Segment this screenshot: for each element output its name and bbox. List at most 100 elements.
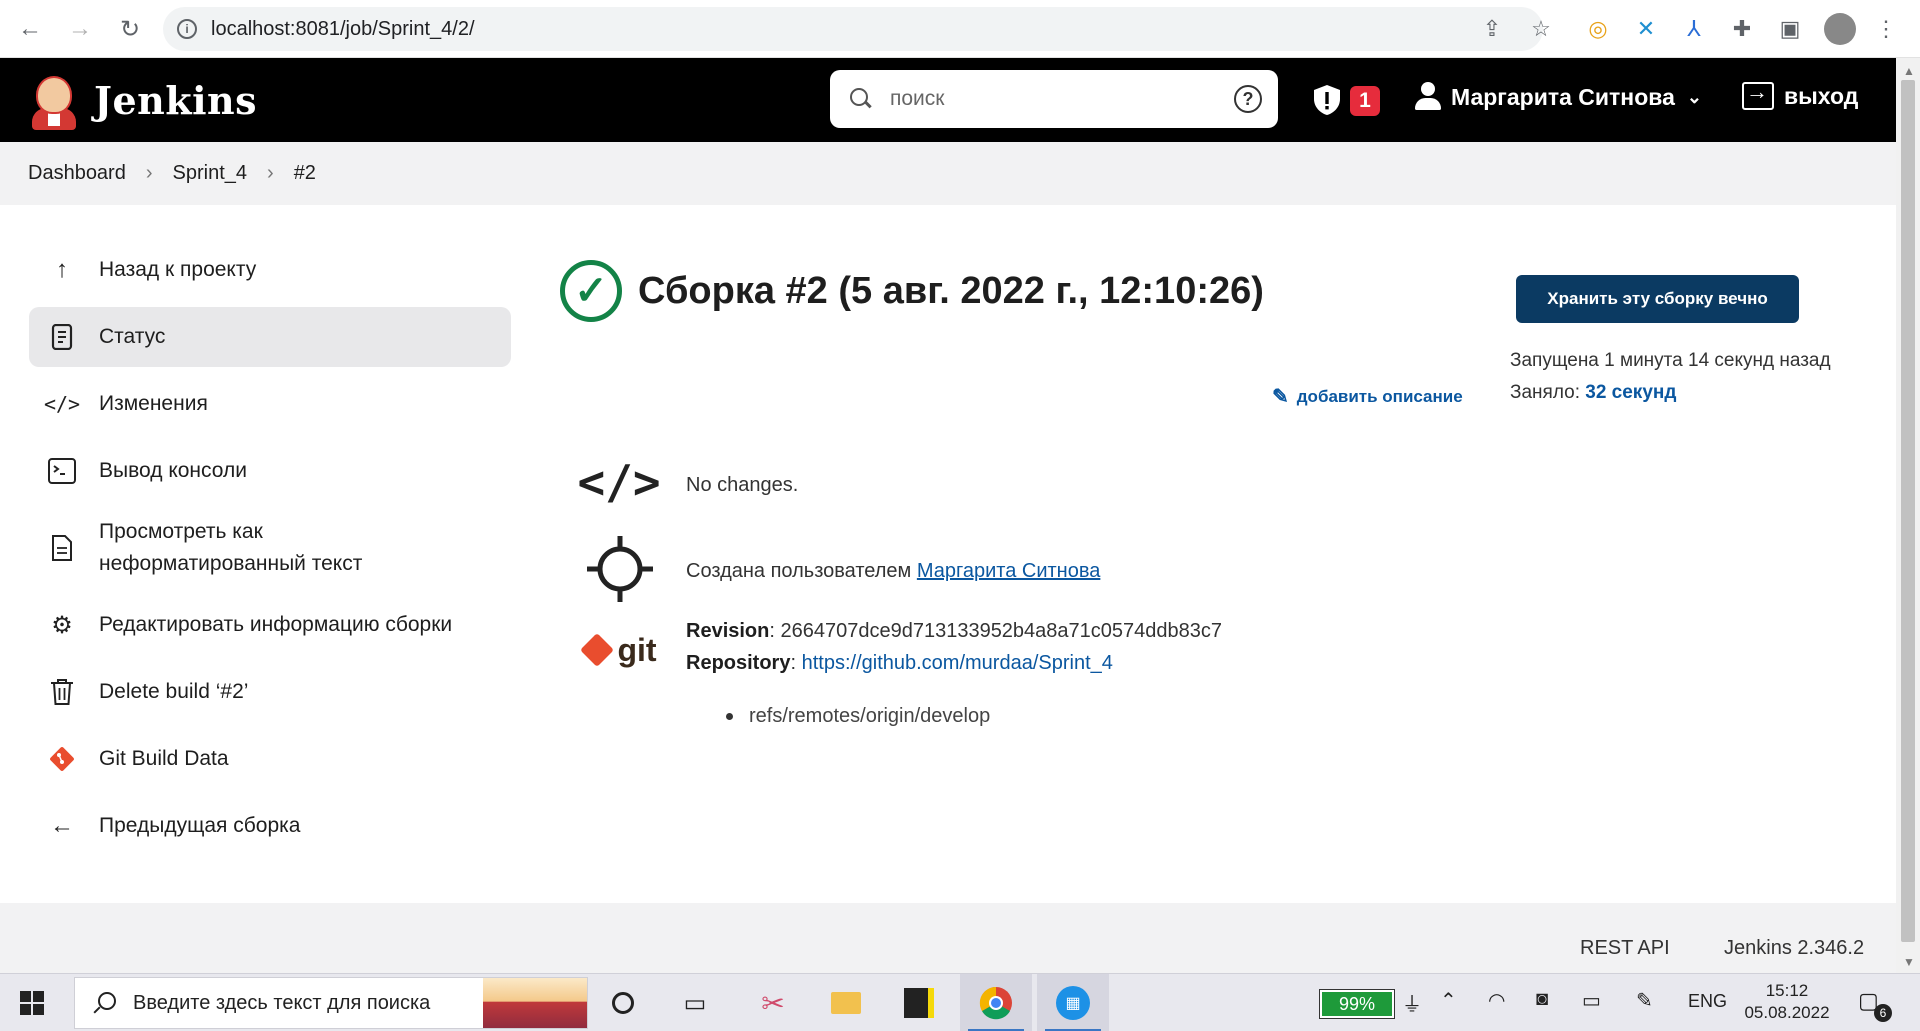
help-icon[interactable]: ? (1234, 85, 1262, 113)
side-panel-icon[interactable]: ▣ (1776, 15, 1804, 43)
security-count-badge[interactable]: 1 (1350, 86, 1380, 116)
task-view-icon[interactable]: ▭ (676, 984, 714, 1022)
task-delete-build[interactable]: Delete build ‘#2’ (29, 662, 511, 722)
back-icon[interactable]: ← (12, 11, 48, 47)
task-git-build-data[interactable]: Git Build Data (29, 729, 511, 789)
scrollbar-thumb[interactable] (1901, 80, 1915, 942)
browser-menu-icon[interactable]: ⋮ (1872, 15, 1900, 43)
changes-summary: No changes. (686, 474, 799, 496)
page-title: Сборка #2 (5 авг. 2022 г., 12:10:26) (638, 269, 1264, 312)
chevron-down-icon[interactable]: ⌄ (1687, 87, 1702, 108)
add-description-link[interactable]: ✎ добавить описание (1272, 384, 1463, 409)
duration-link[interactable]: 32 секунд (1585, 382, 1676, 403)
task-edit-build-info[interactable]: ⚙ Редактировать информацию сборки (29, 595, 511, 655)
git-diamond-icon (580, 633, 615, 667)
crosshair-icon (585, 534, 655, 604)
sticky-notes-app-icon[interactable] (883, 974, 955, 1031)
add-description-label[interactable]: добавить описание (1297, 387, 1463, 407)
task-label[interactable]: Вывод консоли (99, 455, 247, 487)
battery-tray-icon[interactable]: ▭ (1582, 988, 1601, 1013)
user-menu[interactable]: Маргарита Ситнова ⌄ (1415, 82, 1702, 112)
task-back-to-project[interactable]: ↑ Назад к проекту (29, 240, 511, 300)
address-url[interactable]: localhost:8081/job/Sprint_4/2/ (211, 18, 475, 41)
battery-indicator[interactable]: 99% (1319, 989, 1395, 1019)
logout-label[interactable]: выход (1784, 83, 1858, 110)
chevron-up-icon[interactable]: ⌃ (1440, 988, 1457, 1013)
search-input[interactable] (890, 87, 1210, 111)
share-icon[interactable]: ⇪ (1480, 16, 1504, 41)
cause-user-link[interactable]: Маргарита Ситнова (917, 560, 1101, 582)
task-view-plain-text[interactable]: Просмотреть как неформатированный текст (29, 508, 511, 588)
success-check-icon: ✓ (560, 260, 622, 322)
cortana-icon[interactable] (604, 984, 642, 1022)
wifi-icon[interactable]: ◠ (1488, 988, 1505, 1013)
user-icon (1415, 82, 1441, 112)
code-icon: </> (43, 392, 81, 416)
site-info-icon[interactable]: i (177, 19, 197, 39)
jenkins-brand[interactable]: Jenkins (94, 78, 257, 123)
tools-extension-icon[interactable]: ✕ (1632, 15, 1660, 43)
forward-icon[interactable]: → (62, 11, 98, 47)
task-previous-build[interactable]: ← Предыдущая сборка (29, 796, 511, 856)
language-indicator[interactable]: ENG (1688, 991, 1727, 1012)
search-highlight-illustration (483, 978, 587, 1028)
profile-avatar[interactable] (1824, 13, 1856, 45)
docker-app-icon[interactable]: ▦ (1037, 974, 1109, 1031)
repository-link[interactable]: https://github.com/murdaa/Sprint_4 (802, 652, 1113, 674)
arrow-left-icon: ← (50, 812, 74, 839)
reload-icon[interactable]: ↻ (112, 11, 148, 47)
task-label[interactable]: Git Build Data (99, 743, 229, 775)
task-label[interactable]: Изменения (99, 388, 208, 420)
translate-extension-icon[interactable]: ⅄ (1680, 15, 1708, 43)
jenkins-home-link[interactable]: Jenkins (28, 70, 257, 130)
notification-center-icon[interactable]: ▢ 6 (1858, 988, 1892, 1022)
task-label[interactable]: Редактировать информацию сборки (99, 609, 452, 641)
taskbar-search[interactable]: Введите здесь текст для поиска (74, 977, 588, 1029)
task-changes[interactable]: </> Изменения (29, 374, 511, 434)
logout-button[interactable]: выход (1742, 79, 1858, 110)
puzzle-icon[interactable]: ✚ (1728, 15, 1756, 43)
document-icon (47, 322, 77, 352)
task-label[interactable]: Статус (99, 321, 165, 353)
power-plug-icon[interactable]: ⏚ (1402, 988, 1422, 1017)
snipping-tool-app-icon[interactable]: ✂ (737, 974, 809, 1031)
camera-icon[interactable]: ◙ (1536, 988, 1548, 1011)
revision-line: Revision: 2664707dce9d713133952b4a8a71c0… (686, 620, 1222, 643)
bookmark-star-icon[interactable]: ☆ (1529, 16, 1553, 41)
security-shield-icon[interactable] (1313, 84, 1341, 116)
scroll-up-icon[interactable]: ▲ (1903, 64, 1915, 78)
revision-value: : 2664707dce9d713133952b4a8a71c0574ddb83… (769, 620, 1223, 642)
terminal-icon (47, 456, 77, 486)
scroll-down-icon[interactable]: ▼ (1903, 955, 1915, 969)
task-status[interactable]: Статус (29, 307, 511, 367)
keep-build-forever-button[interactable]: Хранить эту сборку вечно (1516, 275, 1799, 323)
jenkins-version-link[interactable]: Jenkins 2.346.2 (1724, 937, 1864, 960)
task-label[interactable]: Delete build ‘#2’ (99, 676, 248, 708)
chrome-app-icon[interactable] (960, 974, 1032, 1031)
user-name[interactable]: Маргарита Ситнова (1451, 84, 1675, 111)
search-box[interactable]: ? (830, 70, 1278, 128)
task-label[interactable]: Просмотреть как неформатированный текст (99, 516, 439, 580)
task-label[interactable]: Назад к проекту (99, 254, 256, 286)
breadcrumb-dashboard[interactable]: Dashboard (28, 162, 126, 185)
logout-icon (1742, 79, 1774, 110)
address-bar[interactable]: i localhost:8081/job/Sprint_4/2/ ⇪ ☆ (163, 7, 1551, 51)
page-scrollbar[interactable]: ▲ ▼ (1896, 58, 1920, 973)
breadcrumb-job[interactable]: Sprint_4 (173, 162, 248, 185)
cause-prefix: Создана пользователем (686, 560, 912, 582)
chevron-right-icon: › (267, 162, 274, 184)
file-explorer-app-icon[interactable] (810, 974, 882, 1031)
rest-api-link[interactable]: REST API (1580, 937, 1670, 960)
jenkins-header: Jenkins ? 1 Маргарита Ситнова ⌄ выход (0, 58, 1896, 142)
pen-icon[interactable]: ✎ (1636, 988, 1653, 1013)
task-label[interactable]: Предыдущая сборка (99, 810, 300, 842)
extension-icon[interactable]: ◎ (1584, 15, 1612, 43)
taskbar-clock[interactable]: 15:12 05.08.2022 (1742, 980, 1832, 1024)
git-logo-text: git (617, 631, 657, 668)
windows-start-icon[interactable] (20, 991, 44, 1015)
arrow-up-icon: ↑ (56, 256, 68, 283)
taskbar-search-placeholder[interactable]: Введите здесь текст для поиска (133, 992, 430, 1015)
breadcrumb-build[interactable]: #2 (294, 162, 316, 185)
gear-icon: ⚙ (51, 611, 73, 639)
task-console-output[interactable]: Вывод консоли (29, 441, 511, 501)
